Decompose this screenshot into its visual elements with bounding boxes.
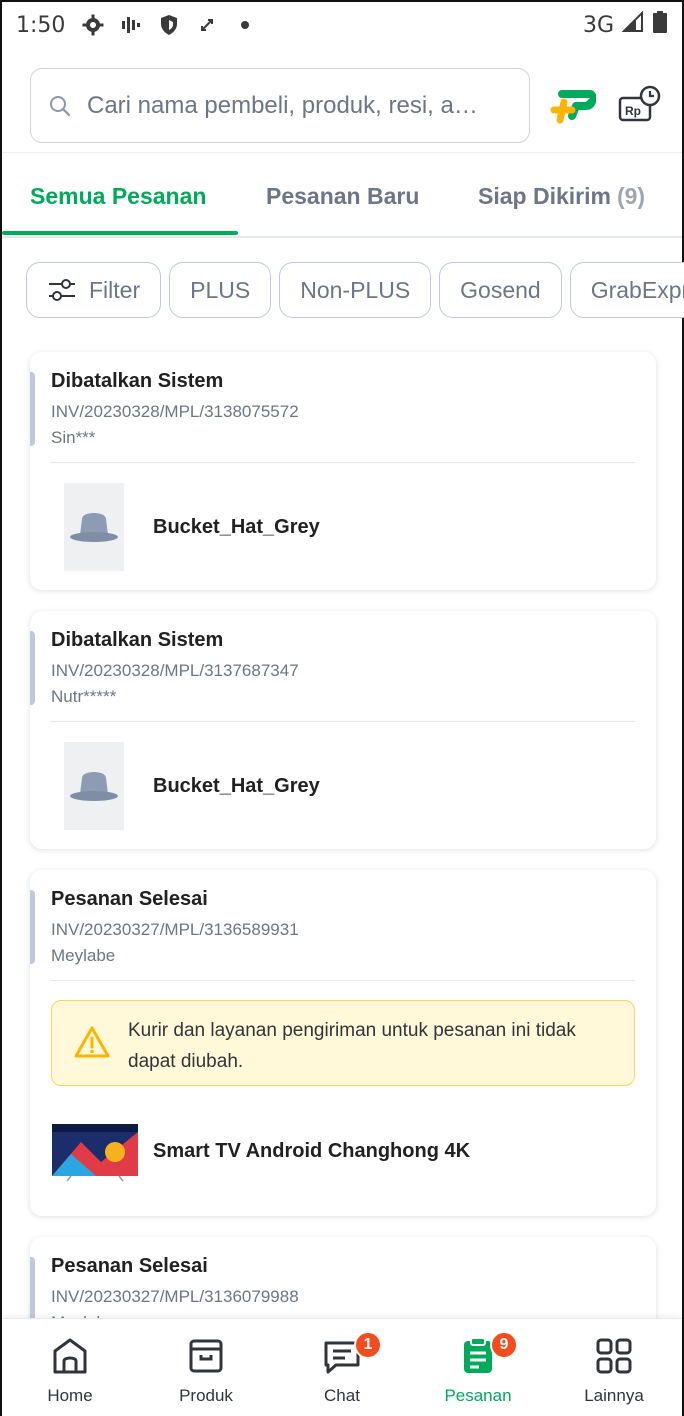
nav-chat[interactable]: 1 Chat [274,1319,410,1416]
order-status: Dibatalkan Sistem [51,370,224,392]
tab-siap-dikirim[interactable]: Siap Dikirim (9) [478,154,645,238]
divider [51,462,635,463]
status-indicator [30,631,35,705]
notification-dot-icon [231,11,259,39]
payment-schedule-icon[interactable]: Rp [616,84,662,130]
order-invoice: INV/20230328/MPL/3138075572 [51,402,299,421]
order-badge: 9 [490,1331,518,1359]
order-buyer: Meylabe [51,946,116,965]
order-card[interactable]: Dibatalkan Sistem INV/20230328/MPL/31380… [30,352,656,590]
product-image [64,483,124,571]
order-buyer: Sin*** [51,428,96,447]
clock: 1:50 [16,12,66,38]
order-status: Pesanan Selesai [51,888,208,910]
tab-count: (9) [616,182,646,209]
chat-badge: 1 [354,1331,382,1359]
status-bar: 1:50 3G [2,2,682,48]
divider [51,721,635,722]
chip-non-plus[interactable]: Non-PLUS [279,262,432,318]
order-status: Dibatalkan Sistem [51,629,224,651]
signal-wave-icon [117,11,145,39]
filter-chips: Filter PLUS Non-PLUS Gosend GrabExpr [26,262,684,320]
order-tabs: Semua Pesanan Pesanan Baru Siap Dikirim(… [2,154,682,238]
status-indicator [30,890,35,964]
nav-pesanan[interactable]: 9 Pesanan [410,1319,546,1416]
svg-text:Rp: Rp [625,104,641,118]
product-name: Smart TV Android Changhong 4K [153,1140,471,1162]
product-image [51,1122,139,1182]
battery-icon [652,10,668,40]
courier-notice: Kurir dan layanan pengiriman untuk pesan… [51,1000,635,1086]
bottom-navigation: Home Produk 1 Chat 9 Pesanan Lainnya [2,1318,682,1416]
tab-semua-pesanan[interactable]: Semua Pesanan [30,154,206,238]
tab-pesanan-baru[interactable]: Pesanan Baru [266,154,419,238]
header-divider [2,152,682,153]
cell-signal-icon [621,10,644,39]
status-indicator [30,372,35,446]
shield-icon [155,11,183,39]
product-name: Bucket_Hat_Grey [153,775,320,797]
search-icon [50,95,71,116]
order-invoice: INV/20230327/MPL/3136589931 [51,920,299,939]
filter-button[interactable]: Filter [26,262,162,318]
chip-gosend[interactable]: Gosend [439,262,562,318]
order-buyer: Nutr***** [51,687,117,706]
store-icon [53,1338,87,1374]
plus-logo-icon[interactable] [550,86,596,126]
nav-home[interactable]: Home [2,1319,138,1416]
order-invoice: INV/20230327/MPL/3136079988 [51,1287,299,1306]
search-box[interactable] [30,68,530,143]
search-input[interactable] [87,91,487,120]
sync-icon [193,11,221,39]
sliders-icon [49,279,75,301]
chip-grabexpress[interactable]: GrabExpr [569,262,684,318]
order-status: Pesanan Selesai [51,1255,208,1277]
warning-icon [74,1026,110,1058]
nav-lainnya[interactable]: Lainnya [546,1319,682,1416]
order-card[interactable]: Pesanan Selesai INV/20230327/MPL/3136589… [30,870,656,1216]
box-icon [189,1339,223,1373]
nav-produk[interactable]: Produk [138,1319,274,1416]
notice-text: Kurir dan layanan pengiriman untuk pesan… [128,1020,576,1072]
product-image [64,742,124,830]
order-invoice: INV/20230328/MPL/3137687347 [51,661,299,680]
top-bar: Rp [2,48,682,154]
network-type: 3G [582,12,614,38]
settings-gear-icon [79,11,107,39]
active-tab-indicator [2,231,238,235]
chip-plus[interactable]: PLUS [169,262,272,318]
product-name: Bucket_Hat_Grey [153,516,320,538]
divider [51,980,635,981]
grid-icon [596,1338,632,1374]
order-card[interactable]: Dibatalkan Sistem INV/20230328/MPL/31376… [30,611,656,849]
